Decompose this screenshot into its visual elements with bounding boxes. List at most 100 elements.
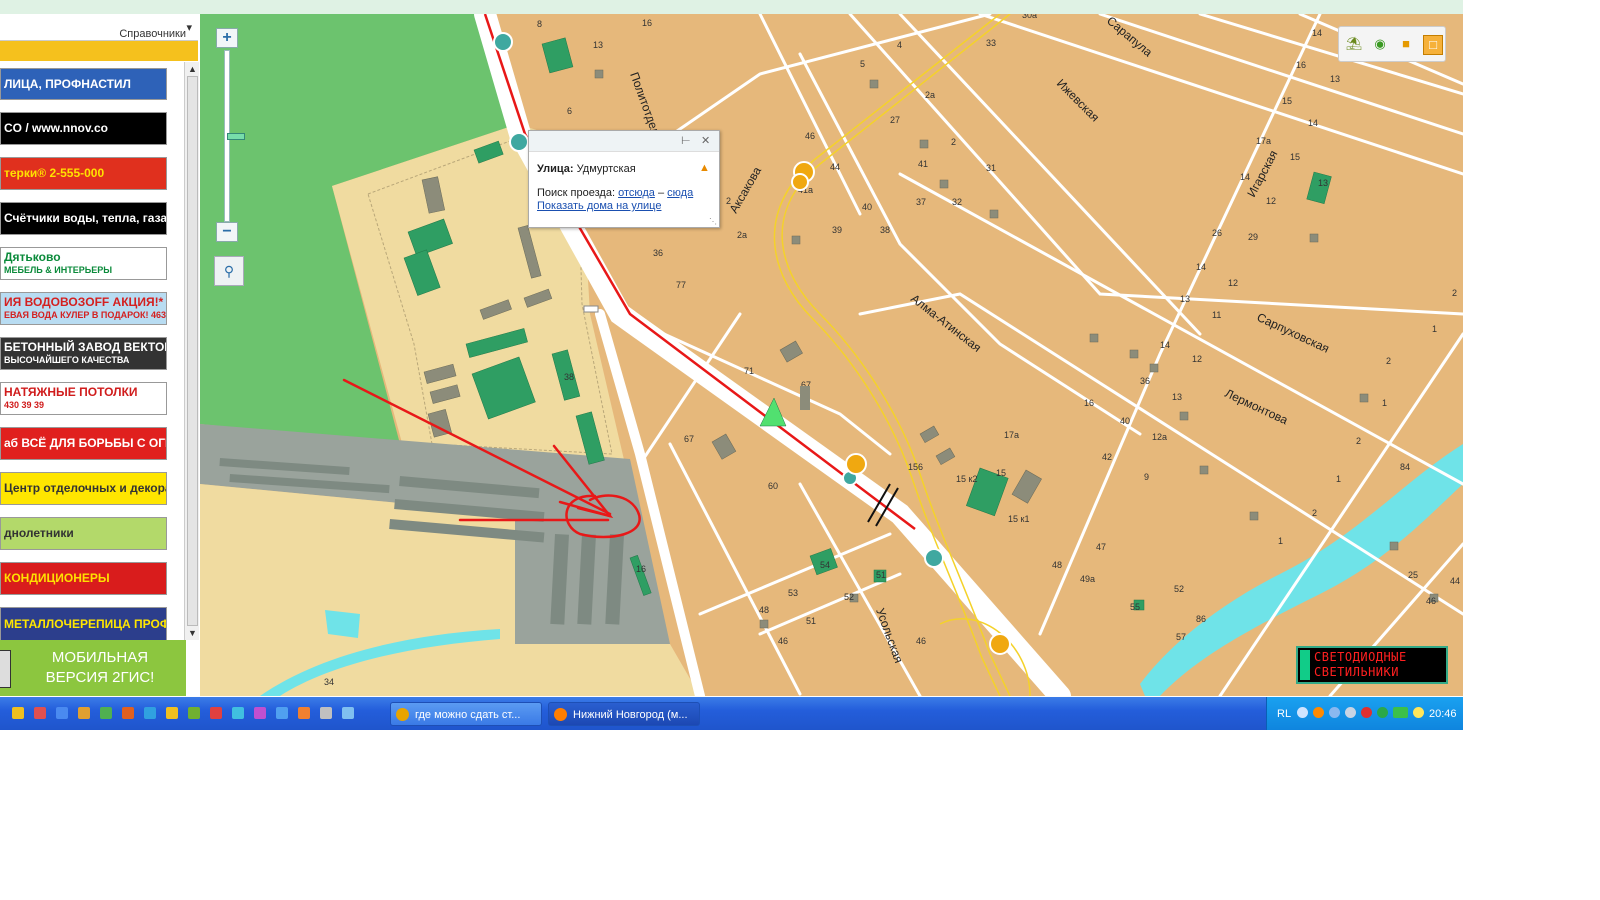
ad-banner[interactable]: БЕТОННЫЙ ЗАВОД ВЕКТОР ВЫСОЧАЙШЕГО КАЧЕСТВ… xyxy=(0,337,167,370)
ad-banner[interactable]: НАТЯЖНЫЕ ПОТОЛКИ 430 39 39 xyxy=(0,382,167,415)
svg-text:16: 16 xyxy=(642,18,652,28)
2gis-tray-icon[interactable] xyxy=(1313,707,1324,718)
ad-banner[interactable]: КОНДИЦИОНЕРЫ xyxy=(0,562,167,595)
task-browser-label: где можно сдать ст... xyxy=(415,709,521,721)
quick-launch-icon[interactable] xyxy=(276,707,288,719)
svg-text:52: 52 xyxy=(1174,584,1184,594)
sidebar-scrollbar[interactable]: ▲ ▼ xyxy=(184,62,199,640)
ad-banner[interactable]: ЛИЦА, ПРОФНАСТИЛ xyxy=(0,68,167,100)
svg-text:52: 52 xyxy=(844,592,854,602)
quick-launch-icon[interactable] xyxy=(78,707,90,719)
task-2gis[interactable]: Нижний Новгород (м... xyxy=(548,702,700,726)
pin-icon[interactable]: ⊢ xyxy=(681,134,691,147)
globe-icon[interactable]: ◉ xyxy=(1371,35,1389,53)
close-icon[interactable]: ✕ xyxy=(701,134,710,147)
scroll-down-icon[interactable]: ▼ xyxy=(188,628,197,638)
quick-launch-icon[interactable] xyxy=(144,707,156,719)
popup-street-line: Улица: Удмуртская xyxy=(537,163,636,175)
svg-text:9: 9 xyxy=(1144,472,1149,482)
street-label: Улица: xyxy=(537,163,574,175)
svg-text:Ижевская: Ижевская xyxy=(1054,76,1102,124)
ad-banner[interactable]: Счётчики воды, тепла, газа, электроэнерг… xyxy=(0,202,167,235)
quick-launch-icon[interactable] xyxy=(34,707,46,719)
quick-launch-icon[interactable] xyxy=(56,707,68,719)
ad-banner[interactable]: терки® 2-555-000 xyxy=(0,157,167,190)
route-dash: – xyxy=(657,187,665,199)
quick-launch-icon[interactable] xyxy=(100,707,112,719)
ad-banner[interactable]: МЕТАЛЛОЧЕРЕПИЦА ПРОФНАСТИЛ ОЦИНКОВКА xyxy=(0,607,167,641)
svg-text:48: 48 xyxy=(759,605,769,615)
monument-icon xyxy=(800,386,810,410)
quick-launch-icon[interactable] xyxy=(188,707,200,719)
street-value: Удмуртская xyxy=(576,163,636,175)
quick-launch-icon[interactable] xyxy=(210,707,222,719)
route-from-link[interactable]: отсюда xyxy=(618,187,655,199)
airplane-icon[interactable] xyxy=(1413,707,1424,718)
quick-launch-icon[interactable] xyxy=(298,707,310,719)
svg-text:12a: 12a xyxy=(1152,432,1167,442)
hud-icon[interactable] xyxy=(1393,707,1408,718)
ad-banner[interactable]: CO / www.nnov.co xyxy=(0,112,167,145)
update-icon[interactable] xyxy=(1377,707,1388,718)
screenshot: Справочники ▾ ЛИЦА, ПРОФНАСТИЛ CO / www.n… xyxy=(0,0,1463,730)
svg-text:15 к1: 15 к1 xyxy=(1008,514,1029,524)
zoom-slider[interactable] xyxy=(224,50,245,222)
ad-banner[interactable]: днолетники xyxy=(0,517,167,550)
quick-launch-icon[interactable] xyxy=(122,707,134,719)
quick-launch-icon[interactable] xyxy=(166,707,178,719)
task-browser[interactable]: где можно сдать ст... xyxy=(390,702,542,726)
route-to-link[interactable]: сюда xyxy=(667,187,693,199)
zoom-knob[interactable] xyxy=(227,133,245,140)
quick-launch-icon[interactable] xyxy=(254,707,266,719)
svg-text:51: 51 xyxy=(876,570,886,580)
scroll-up-icon[interactable]: ▲ xyxy=(188,64,197,74)
sign-icon xyxy=(583,305,599,313)
ad-text: МЕТАЛЛОЧЕРЕПИЦА ПРОФНАСТИЛ ОЦИНКОВКА xyxy=(4,616,166,631)
ad-text: терки® 2-555-000 xyxy=(4,166,105,180)
svg-text:46: 46 xyxy=(805,131,815,141)
directories-menu[interactable]: Справочники ▾ xyxy=(119,21,192,40)
ad-banner[interactable]: аб ВСЁ ДЛЯ БОРЬБЫ С ОГНЕМ xyxy=(0,427,167,460)
zoom-out-button[interactable]: − xyxy=(216,222,238,242)
magnifier-icon[interactable]: ⚲ xyxy=(214,256,244,286)
quick-launch-icon[interactable] xyxy=(12,707,24,719)
svg-text:2: 2 xyxy=(1452,288,1457,298)
svg-text:6: 6 xyxy=(567,106,572,116)
led-ad-banner[interactable]: СВЕТОДИОДНЫЕ СВЕТИЛЬНИКИ xyxy=(1296,646,1448,684)
ad-banner[interactable]: Дятьково МЕБЕЛЬ & ИНТЕРЬЕРЫ xyxy=(0,247,167,280)
quick-launch-icon[interactable] xyxy=(232,707,244,719)
print-icon[interactable]: □ xyxy=(1423,35,1443,55)
svg-text:84: 84 xyxy=(1400,462,1410,472)
svg-text:13: 13 xyxy=(1330,74,1340,84)
map-view[interactable]: 8 13 16 645 33 2a 27 46 44 41 2 31 41a 40 37 32 39… xyxy=(200,14,1463,696)
ruler-icon[interactable]: ⛱ xyxy=(1345,35,1363,53)
svg-text:44: 44 xyxy=(1450,576,1460,586)
svg-text:1: 1 xyxy=(1336,474,1341,484)
svg-text:38: 38 xyxy=(564,372,574,382)
svg-text:31: 31 xyxy=(986,163,996,173)
ad-subtext: ЕВАЯ ВОДА КУЛЕР В ПОДАРОК! 463-86-63 xyxy=(4,309,167,320)
mobile-version-banner[interactable]: МОБИЛЬНАЯ ВЕРСИЯ 2ГИС! xyxy=(0,640,186,696)
zoom-in-button[interactable]: + xyxy=(216,28,238,48)
map-canvas[interactable]: 81316 645 332a27 4644 41 23141a 40 37 32 39… xyxy=(200,14,1463,696)
language-indicator[interactable]: RL xyxy=(1277,708,1291,720)
back-icon[interactable] xyxy=(1297,707,1308,718)
svg-text:15: 15 xyxy=(1290,152,1300,162)
svg-text:86: 86 xyxy=(1196,614,1206,624)
quick-launch-icon[interactable] xyxy=(342,707,354,719)
scroll-thumb[interactable] xyxy=(187,76,198,626)
svg-text:27: 27 xyxy=(890,115,900,125)
ad-banner[interactable]: Центр отделочных и декоративных материал… xyxy=(0,472,167,505)
quick-launch-icon[interactable] xyxy=(320,707,332,719)
warning-icon[interactable]: ▲ xyxy=(699,162,710,174)
ad-banner[interactable]: ИЯ ВОДОВОЗOFF АКЦИЯ!* ЕВАЯ ВОДА КУЛЕР В П… xyxy=(0,292,167,325)
svg-text:17a: 17a xyxy=(1256,136,1271,146)
resize-grip-icon[interactable]: ⋱ xyxy=(709,217,717,226)
show-houses-link[interactable]: Показать дома на улице xyxy=(537,200,661,212)
ad-text: Счётчики воды, тепла, газа, электроэнерг… xyxy=(4,211,167,225)
display-icon[interactable] xyxy=(1345,707,1356,718)
network-icon[interactable] xyxy=(1329,707,1340,718)
layers-icon[interactable]: ■ xyxy=(1397,35,1415,53)
antivirus-icon[interactable] xyxy=(1361,707,1372,718)
svg-text:13: 13 xyxy=(593,40,603,50)
